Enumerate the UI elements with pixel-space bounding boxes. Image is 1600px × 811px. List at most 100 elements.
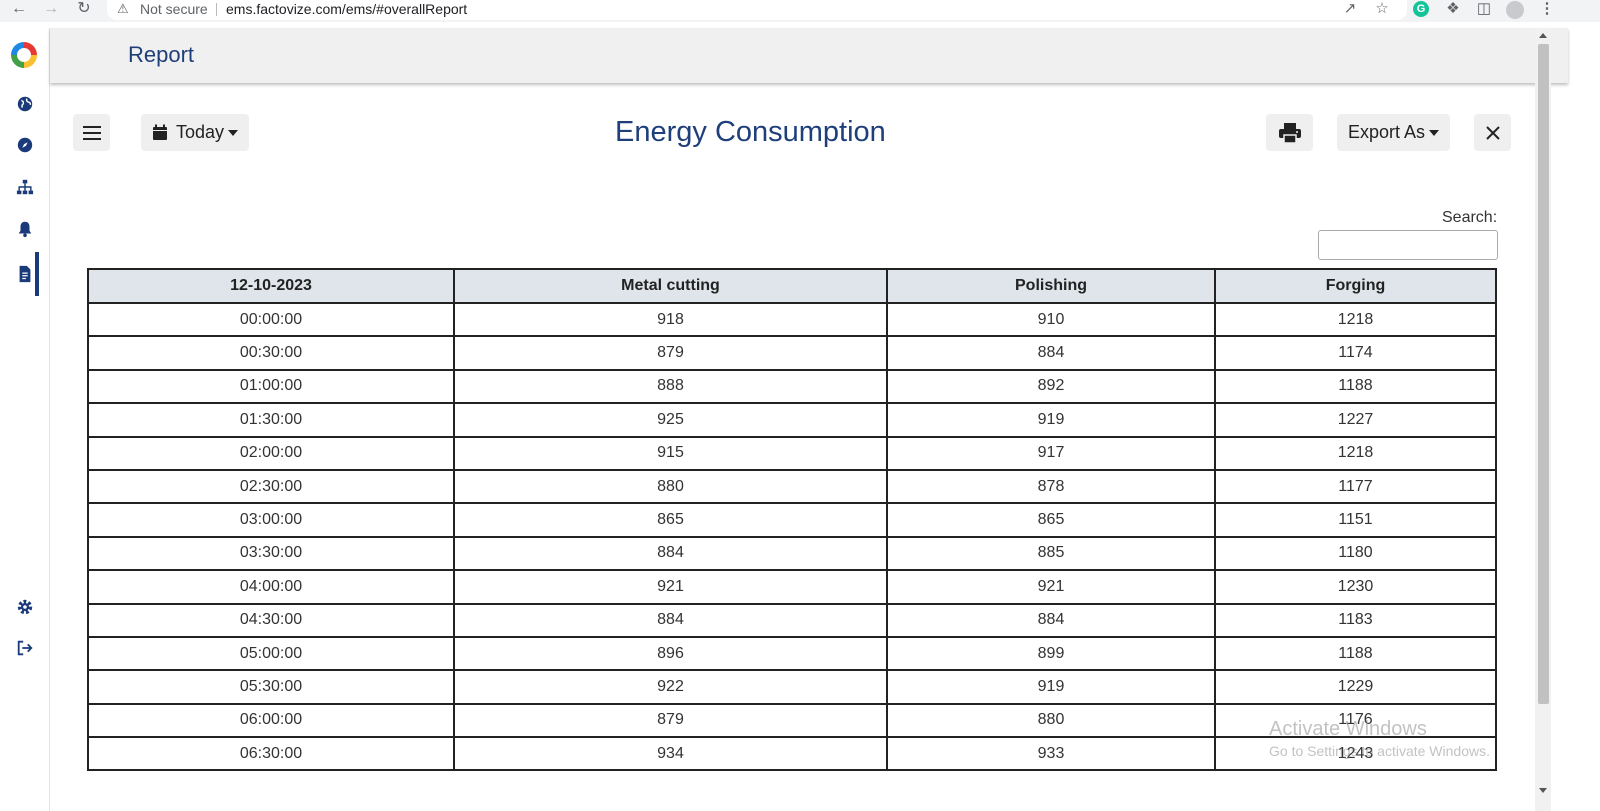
- table-row: 04:30:00 884 884 1183: [87, 602, 1497, 638]
- scroll-up-arrow-icon[interactable]: [1539, 33, 1547, 38]
- cell-forging: 1243: [1214, 736, 1497, 772]
- cell-polishing: 899: [886, 635, 1216, 672]
- cell-time: 02:00:00: [87, 435, 455, 471]
- url-text[interactable]: ems.factovize.com/ems/#overallReport: [226, 0, 467, 18]
- forward-arrow-icon[interactable]: →: [40, 0, 62, 20]
- print-icon: [1278, 122, 1301, 144]
- table-row: 02:30:00 880 878 1177: [87, 468, 1497, 505]
- cell-forging: 1188: [1214, 635, 1497, 672]
- address-divider: [216, 3, 217, 16]
- column-header-metal-cutting[interactable]: Metal cutting: [453, 268, 888, 304]
- date-range-dropdown[interactable]: Today: [141, 114, 249, 151]
- table-row: 02:00:00 915 917 1218: [87, 435, 1497, 471]
- close-icon: [1485, 125, 1500, 140]
- cell-metal-cutting: 865: [453, 502, 888, 538]
- cell-time: 06:00:00: [87, 702, 455, 739]
- cell-forging: 1183: [1214, 602, 1497, 638]
- back-arrow-icon[interactable]: ←: [8, 0, 30, 20]
- reload-icon[interactable]: ↻: [73, 0, 95, 20]
- table-row: 01:30:00 925 919 1227: [87, 402, 1497, 438]
- table-row: 06:00:00 879 880 1176: [87, 702, 1497, 739]
- cell-polishing: 880: [886, 702, 1216, 739]
- compass-icon: [17, 137, 32, 153]
- cell-forging: 1177: [1214, 468, 1497, 505]
- cell-metal-cutting: 921: [453, 569, 888, 605]
- cell-metal-cutting: 879: [453, 702, 888, 739]
- side-panel-icon[interactable]: ◫: [1474, 0, 1494, 20]
- cell-polishing: 878: [886, 468, 1216, 505]
- table-header-row: 12-10-2023 Metal cutting Polishing Forgi…: [87, 268, 1497, 304]
- cell-time: 05:00:00: [87, 635, 455, 672]
- logout-icon: [17, 640, 33, 656]
- column-header-date[interactable]: 12-10-2023: [87, 268, 455, 304]
- bookmark-star-icon[interactable]: ☆: [1372, 0, 1392, 20]
- cell-polishing: 865: [886, 502, 1216, 538]
- sidebar-item-logout[interactable]: [0, 628, 49, 668]
- cell-forging: 1218: [1214, 435, 1497, 471]
- print-button[interactable]: [1266, 114, 1313, 151]
- cell-polishing: 921: [886, 569, 1216, 605]
- cell-polishing: 884: [886, 335, 1216, 371]
- search-label: Search:: [1442, 209, 1498, 226]
- report-title: Energy Consumption: [615, 116, 886, 148]
- table-row: 03:00:00 865 865 1151: [87, 502, 1497, 538]
- cell-time: 05:30:00: [87, 669, 455, 705]
- grammarly-extension-icon[interactable]: G: [1413, 1, 1429, 17]
- column-header-forging[interactable]: Forging: [1214, 268, 1497, 304]
- cell-time: 04:00:00: [87, 569, 455, 605]
- file-report-icon: [19, 265, 30, 283]
- scrollbar-thumb[interactable]: [1538, 44, 1549, 704]
- energy-table: 12-10-2023 Metal cutting Polishing Forgi…: [87, 268, 1497, 772]
- sidebar-item-globe[interactable]: [0, 84, 49, 124]
- cell-polishing: 884: [886, 602, 1216, 638]
- scroll-down-arrow-icon[interactable]: [1539, 788, 1547, 793]
- cell-metal-cutting: 879: [453, 335, 888, 371]
- cell-forging: 1188: [1214, 368, 1497, 405]
- cell-forging: 1227: [1214, 402, 1497, 438]
- browser-menu-icon[interactable]: ⋮: [1537, 0, 1557, 20]
- sidebar-item-settings[interactable]: [0, 587, 49, 627]
- cell-metal-cutting: 884: [453, 535, 888, 572]
- hamburger-icon: [82, 125, 101, 140]
- cell-metal-cutting: 896: [453, 635, 888, 672]
- export-dropdown[interactable]: Export As: [1337, 114, 1450, 151]
- menu-toggle-button[interactable]: [73, 114, 110, 151]
- chevron-down-icon: [228, 129, 239, 136]
- globe-icon: [17, 96, 32, 112]
- table-row: 00:30:00 879 884 1174: [87, 335, 1497, 371]
- cell-metal-cutting: 918: [453, 301, 888, 338]
- close-button[interactable]: [1474, 114, 1511, 151]
- cell-time: 04:30:00: [87, 602, 455, 638]
- cell-metal-cutting: 888: [453, 368, 888, 405]
- date-range-label: Today: [175, 122, 225, 142]
- sitemap-icon: [16, 179, 33, 195]
- sidebar-item-hierarchy[interactable]: [0, 167, 49, 207]
- cell-time: 01:00:00: [87, 368, 455, 405]
- browser-toolbar: ← → ↻ ⚠ Not secure ems.factovize.com/ems…: [0, 0, 1600, 22]
- cell-forging: 1229: [1214, 669, 1497, 705]
- address-bar[interactable]: ⚠ Not secure ems.factovize.com/ems/#over…: [107, 0, 1407, 20]
- profile-avatar-icon[interactable]: [1506, 1, 1524, 19]
- table-row: 00:00:00 918 910 1218: [87, 301, 1497, 338]
- cell-time: 00:30:00: [87, 335, 455, 371]
- table-row: 04:00:00 921 921 1230: [87, 569, 1497, 605]
- export-label: Export As: [1347, 122, 1426, 142]
- cell-time: 03:30:00: [87, 535, 455, 572]
- sidebar: [0, 28, 50, 811]
- cell-time: 06:30:00: [87, 736, 455, 772]
- cell-metal-cutting: 915: [453, 435, 888, 471]
- column-header-polishing[interactable]: Polishing: [886, 268, 1216, 304]
- cell-forging: 1174: [1214, 335, 1497, 371]
- sidebar-item-alerts[interactable]: [0, 209, 49, 249]
- app-logo[interactable]: [11, 42, 37, 68]
- page-title: Report: [128, 42, 195, 67]
- cell-polishing: 910: [886, 301, 1216, 338]
- cell-time: 01:30:00: [87, 402, 455, 438]
- share-icon[interactable]: ↗: [1340, 0, 1360, 20]
- search-input[interactable]: [1318, 230, 1498, 260]
- extensions-puzzle-icon[interactable]: ❖: [1443, 0, 1463, 20]
- cell-forging: 1180: [1214, 535, 1497, 572]
- sidebar-item-reports[interactable]: [0, 252, 49, 296]
- sidebar-item-compass[interactable]: [0, 125, 49, 165]
- warning-icon: ⚠: [117, 1, 129, 16]
